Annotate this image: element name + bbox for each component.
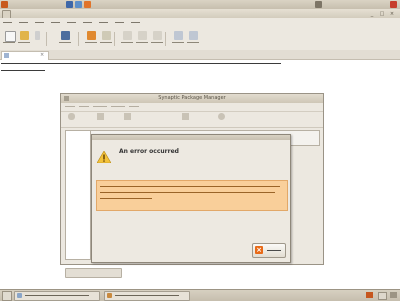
error-dialog-titlebar [92,135,290,140]
open-folder-icon [20,31,29,40]
menu-tools[interactable] [66,19,79,27]
editor-tabbar [0,50,400,60]
menu-file[interactable] [2,19,15,27]
document-icon [4,53,9,58]
copy-button[interactable] [135,30,149,48]
menu-search[interactable] [50,19,63,27]
warning-icon [97,151,111,163]
mark-upgrades-icon [97,113,104,120]
properties-icon [182,113,189,120]
workspace-switcher-icon[interactable] [366,292,373,298]
apply-icon [124,113,131,120]
search-icon [218,113,225,120]
error-heading: An error occurred [119,148,179,155]
replace-button[interactable] [186,30,200,48]
reload-icon [68,113,75,120]
synaptic-filter-pane[interactable] [65,130,91,260]
synaptic-toolbar [61,111,323,128]
replace-icon [189,31,198,40]
menu-help[interactable] [98,19,111,27]
apply-button[interactable] [121,113,135,125]
new-document-button[interactable] [2,30,16,48]
menu-extra-1[interactable] [114,19,127,27]
maximize-icon[interactable]: □ [379,11,385,17]
editor-toolbar [0,28,400,51]
undo-icon [87,31,96,40]
undo-button[interactable] [84,30,98,48]
editor-text-area[interactable] [1,60,396,76]
menu-view[interactable] [34,19,47,27]
minimize-icon[interactable]: _ [369,11,375,17]
save-icon [61,31,70,40]
menu-edit[interactable] [18,19,31,27]
mark-upgrades-button[interactable] [87,113,115,125]
mail-launcher-icon[interactable] [75,1,82,8]
close-icon[interactable]: × [389,11,395,17]
reload-button[interactable] [65,113,79,125]
close-button[interactable]: × [252,243,286,258]
distro-logo-icon[interactable] [1,1,8,8]
menu-documents[interactable] [82,19,95,27]
menu-extra-2[interactable] [130,19,143,27]
error-details-box[interactable] [96,180,288,211]
close-tab-icon[interactable]: × [40,52,44,58]
bottom-panel [0,289,400,301]
save-button[interactable] [58,30,72,48]
redo-icon [102,31,111,40]
paste-icon [153,31,162,40]
shutdown-icon[interactable] [390,1,397,8]
synaptic-titlebar: Synaptic Package Manager [61,94,323,103]
find-icon [174,31,183,40]
synaptic-icon [107,293,112,298]
properties-button[interactable] [176,113,196,125]
redo-button[interactable] [99,30,113,48]
browser-launcher-icon[interactable] [66,1,73,8]
synaptic-window-title: Synaptic Package Manager [158,95,226,101]
paste-button[interactable] [150,30,164,48]
cut-icon [123,31,132,40]
help-launcher-icon[interactable] [84,1,91,8]
new-document-icon [5,31,16,42]
find-button[interactable] [171,30,185,48]
editor-document-tab[interactable]: × [1,51,49,60]
network-icon[interactable] [315,1,322,8]
close-icon: × [255,246,263,254]
error-dialog: An error occurred × [91,134,291,263]
search-button[interactable] [215,113,229,125]
synaptic-status-button[interactable] [65,268,122,278]
trash-icon[interactable] [390,292,397,298]
error-detail [119,159,269,164]
workspace-2-icon[interactable] [378,292,387,300]
open-recent-button[interactable] [32,30,46,48]
cut-button[interactable] [120,30,134,48]
editor-icon [17,293,22,298]
chevron-down-icon [35,31,40,40]
copy-icon [138,31,147,40]
open-button[interactable] [17,30,31,48]
